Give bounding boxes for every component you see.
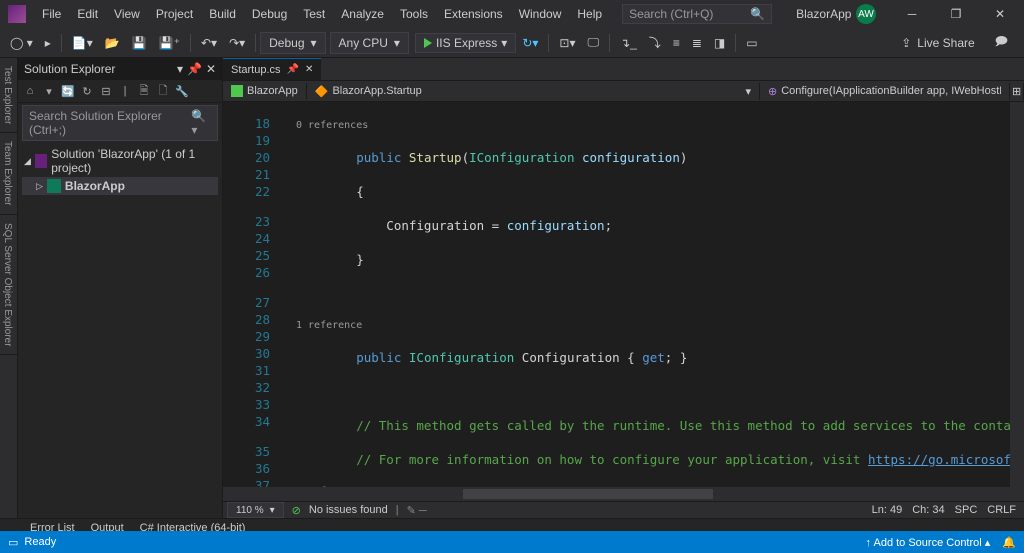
vs-logo-icon xyxy=(8,5,26,23)
issues-ok-icon: ⊘ xyxy=(292,504,301,517)
title-bar: File Edit View Project Build Debug Test … xyxy=(0,0,1024,28)
code-area[interactable]: 18 19 20 21 22 23 24 25 26 27 28 29 30 3… xyxy=(223,102,1024,487)
solution-explorer-panel: Solution Explorer ▾ 📌 ✕ ⌂ ▾ 🔄 ↻ ⊟ | 🗎 🗋 … xyxy=(18,58,223,518)
comment-button[interactable]: ◨ xyxy=(708,33,731,53)
global-search-input[interactable]: Search (Ctrl+Q) 🔍 xyxy=(622,4,772,24)
play-icon xyxy=(424,38,432,48)
add-source-control-button[interactable]: ↑ Add to Source Control ▴ xyxy=(866,536,991,549)
code-text[interactable]: 0 references public Startup(IConfigurati… xyxy=(292,102,1010,487)
main-toolbar: ◯ ▾ ▸ 📄▾ 📂 💾 💾⁺ ↶▾ ↷▾ Debug▾ Any CPU▾ II… xyxy=(0,28,1024,58)
notifications-icon[interactable]: 🔔 xyxy=(1002,536,1016,549)
nav-member-dropdown[interactable]: ⊕ Configure(IApplicationBuilder app, IWe… xyxy=(760,83,1010,100)
new-item-button[interactable]: 📄▾ xyxy=(66,33,99,53)
live-share-button[interactable]: ⇪ Live Share 🗩 xyxy=(901,32,1020,53)
nav-type-dropdown[interactable]: 🔶 BlazorApp.Startup ▾ xyxy=(307,83,760,100)
vtab-sql-server[interactable]: SQL Server Object Explorer xyxy=(0,215,17,356)
menu-help[interactable]: Help xyxy=(569,3,610,25)
solution-search-input[interactable]: Search Solution Explorer (Ctrl+;) 🔍▾ xyxy=(22,105,218,141)
save-all-button[interactable]: 💾⁺ xyxy=(153,33,186,53)
search-icon: 🔍▾ xyxy=(191,109,211,137)
solution-icon xyxy=(35,154,47,168)
show-all-icon[interactable]: 🗎 xyxy=(136,83,152,99)
collapse-icon[interactable]: ⊟ xyxy=(98,83,114,99)
outdent-button[interactable]: ≡ xyxy=(667,33,686,53)
method-icon: ⊕ xyxy=(768,85,777,98)
browser-link-button[interactable]: ⊡▾ xyxy=(553,33,581,53)
window-close-button[interactable]: ✕ xyxy=(980,0,1020,28)
refresh-button[interactable]: ↻▾ xyxy=(516,33,544,53)
nav-back-button[interactable]: ◯ ▾ xyxy=(4,33,39,53)
menu-file[interactable]: File xyxy=(34,3,69,25)
csproj-icon xyxy=(47,179,61,193)
configuration-dropdown[interactable]: Debug▾ xyxy=(260,32,325,54)
platform-dropdown[interactable]: Any CPU▾ xyxy=(330,32,409,54)
split-editor-button[interactable]: ⊞ xyxy=(1010,83,1024,100)
codelens[interactable]: 1 reference xyxy=(296,319,1010,332)
user-avatar[interactable]: AW xyxy=(856,4,876,24)
csproj-icon xyxy=(231,85,243,97)
line-ending-mode[interactable]: CRLF xyxy=(987,504,1016,516)
refresh-icon[interactable]: ↻ xyxy=(79,83,95,99)
menu-build[interactable]: Build xyxy=(201,3,244,25)
menu-tools[interactable]: Tools xyxy=(392,3,436,25)
editor-tab-startup[interactable]: Startup.cs 📌 ✕ xyxy=(223,58,321,80)
indent-button[interactable]: ≣ xyxy=(686,33,708,53)
open-button[interactable]: 📂 xyxy=(99,33,126,53)
undo-button[interactable]: ↶▾ xyxy=(195,33,223,53)
issues-label[interactable]: No issues found xyxy=(309,504,388,516)
nav-forward-button[interactable]: ▸ xyxy=(39,33,57,53)
browser-button[interactable]: 🖵 xyxy=(581,32,605,53)
vtab-team-explorer[interactable]: Team Explorer xyxy=(0,133,17,214)
menu-window[interactable]: Window xyxy=(511,3,570,25)
step-over-button[interactable]: ⤵ xyxy=(643,31,667,54)
status-bar: ▭ Ready ↑ Add to Source Control ▴ 🔔 xyxy=(0,531,1024,553)
home-icon[interactable]: ⌂ xyxy=(22,83,38,99)
share-icon: ⇪ xyxy=(901,36,911,50)
search-icon: 🔍 xyxy=(750,7,765,21)
marker-bar[interactable] xyxy=(1010,102,1024,487)
solution-explorer-title: Solution Explorer xyxy=(24,62,115,76)
window-restore-button[interactable]: ❐ xyxy=(936,0,976,28)
code-editor: Startup.cs 📌 ✕ BlazorApp 🔶 BlazorApp.Sta… xyxy=(223,58,1024,518)
fold-column[interactable] xyxy=(278,102,292,487)
panel-options-icon[interactable]: ▾ xyxy=(177,62,183,76)
horizontal-scrollbar[interactable] xyxy=(223,487,1024,501)
zoom-dropdown[interactable]: 110 %▾ xyxy=(227,502,284,518)
save-button[interactable]: 💾 xyxy=(126,33,153,53)
search-placeholder: Search (Ctrl+Q) xyxy=(629,7,713,21)
class-icon: 🔶 xyxy=(315,85,329,98)
menu-project[interactable]: Project xyxy=(148,3,201,25)
line-number-gutter: 18 19 20 21 22 23 24 25 26 27 28 29 30 3… xyxy=(223,102,278,487)
indent-mode[interactable]: SPC xyxy=(955,504,978,516)
solution-toolbar: ⌂ ▾ 🔄 ↻ ⊟ | 🗎 🗋 🔧 xyxy=(18,80,222,103)
menu-analyze[interactable]: Analyze xyxy=(333,3,392,25)
tab-pin-icon[interactable]: 📌 xyxy=(287,64,299,75)
project-node[interactable]: ▷ BlazorApp xyxy=(22,177,218,195)
git-indicator-icon[interactable]: ✎ ─ xyxy=(407,504,427,517)
nav-project-dropdown[interactable]: BlazorApp xyxy=(223,83,307,99)
properties-icon[interactable]: 🔧 xyxy=(174,83,190,99)
run-button[interactable]: IIS Express▾ xyxy=(415,33,516,53)
sync-icon[interactable]: 🔄 xyxy=(60,83,76,99)
menu-view[interactable]: View xyxy=(106,3,148,25)
panel-close-icon[interactable]: ✕ xyxy=(206,62,216,76)
status-ready-icon: ▭ xyxy=(8,536,18,549)
feedback-icon[interactable]: 🗩 xyxy=(995,32,1008,53)
step-into-button[interactable]: ↴_ xyxy=(614,33,643,53)
solution-title: BlazorApp xyxy=(796,7,851,21)
status-ready-text: Ready xyxy=(24,536,56,548)
solution-root-node[interactable]: ◢ Solution 'BlazorApp' (1 of 1 project) xyxy=(22,145,218,177)
window-minimize-button[interactable]: ─ xyxy=(892,0,932,28)
menu-edit[interactable]: Edit xyxy=(69,3,106,25)
preview-icon[interactable]: 🗋 xyxy=(155,83,171,99)
panel-pin-icon[interactable]: 📌 xyxy=(187,62,202,76)
format-button[interactable]: ▭ xyxy=(740,33,763,53)
redo-button[interactable]: ↷▾ xyxy=(223,33,251,53)
menu-test[interactable]: Test xyxy=(295,3,333,25)
tab-close-icon[interactable]: ✕ xyxy=(305,64,313,75)
menu-extensions[interactable]: Extensions xyxy=(436,3,511,25)
codelens[interactable]: 0 references xyxy=(296,119,1010,132)
menu-debug[interactable]: Debug xyxy=(244,3,295,25)
vtab-test-explorer[interactable]: Test Explorer xyxy=(0,58,17,133)
